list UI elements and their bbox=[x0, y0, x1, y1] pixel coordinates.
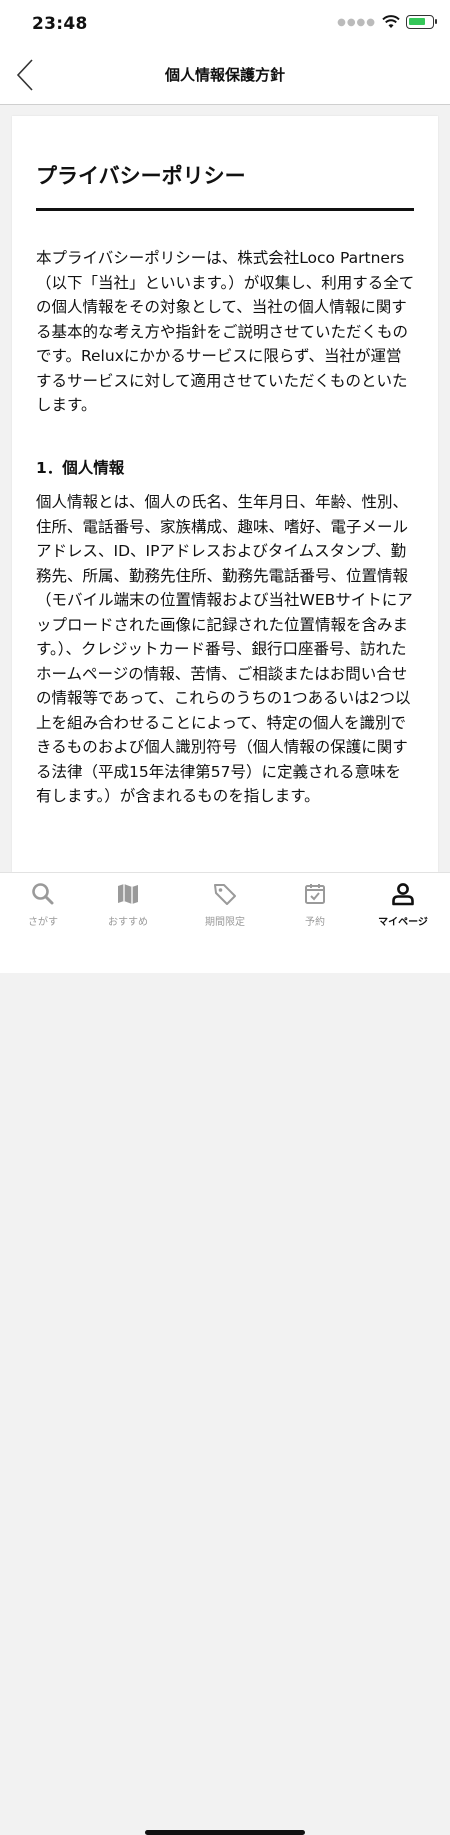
battery-icon bbox=[406, 15, 437, 29]
home-indicator bbox=[145, 1830, 305, 1835]
status-icons: ●●●● bbox=[337, 15, 437, 29]
tab-label: マイページ bbox=[378, 917, 428, 928]
tag-icon bbox=[214, 884, 236, 905]
tab-reservation[interactable]: 予約 bbox=[280, 881, 350, 928]
intro-paragraph: 本プライバシーポリシーは、株式会社Loco Partners（以下「当社」といい… bbox=[36, 249, 415, 414]
tab-bar: さがす おすすめ 期間限定 予約 マイページ bbox=[0, 872, 450, 1835]
person-icon bbox=[392, 883, 414, 906]
calendar-icon bbox=[305, 884, 325, 904]
tab-label: 期間限定 bbox=[205, 917, 245, 928]
tab-label: さがす bbox=[28, 917, 58, 928]
title-divider bbox=[36, 208, 414, 211]
tab-mypage[interactable]: マイページ bbox=[368, 881, 438, 928]
navigation-bar: 個人情報保護方針 bbox=[0, 46, 450, 105]
tab-search[interactable]: さがす bbox=[8, 881, 78, 928]
page-title: 個人情報保護方針 bbox=[164, 66, 285, 84]
tab-label: 予約 bbox=[305, 917, 325, 928]
signal-icon: ●●●● bbox=[337, 16, 376, 28]
map-icon bbox=[118, 884, 138, 904]
policy-content[interactable]: プライバシーポリシー 本プライバシーポリシーは、株式会社Loco Partner… bbox=[12, 116, 438, 872]
policy-title: プライバシーポリシー bbox=[36, 164, 246, 188]
tab-label: おすすめ bbox=[108, 917, 148, 928]
section-paragraph: 個人情報とは、個人の氏名、生年月日、年齢、性別、住所、電話番号、家族構成、趣味、… bbox=[36, 493, 413, 805]
tab-recommend[interactable]: おすすめ bbox=[93, 881, 163, 928]
section-heading: 1．個人情報 bbox=[36, 459, 125, 477]
status-time: 23:48 bbox=[32, 14, 88, 34]
tab-limited[interactable]: 期間限定 bbox=[190, 881, 260, 928]
wifi-icon bbox=[382, 15, 400, 28]
status-bar: 23:48 ●●●● bbox=[0, 0, 450, 46]
search-icon bbox=[32, 883, 54, 905]
